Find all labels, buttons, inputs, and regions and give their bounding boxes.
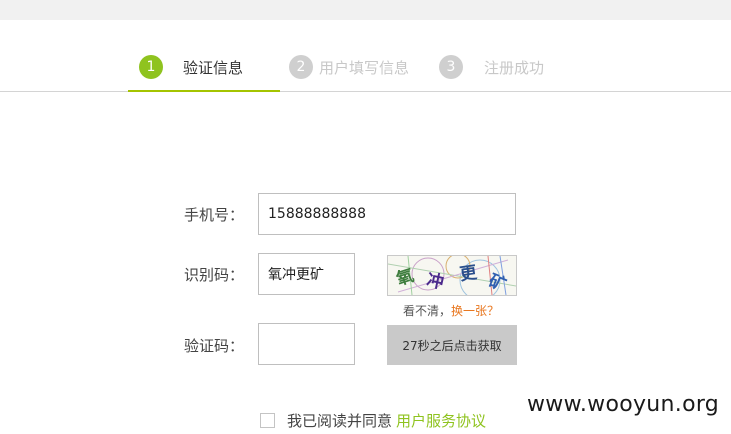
- agreement-row: 我已阅读并同意 用户服务协议: [260, 410, 486, 431]
- agreement-text: 我已阅读并同意: [287, 412, 393, 430]
- step-number: 1: [139, 55, 163, 79]
- captcha-image[interactable]: 氧 冲 更 矿: [387, 255, 517, 296]
- step-label: 用户填写信息: [319, 58, 410, 77]
- step-fill-user-info: 2 用户填写信息: [289, 55, 409, 79]
- step-label: 注册成功: [484, 58, 545, 77]
- step-label: 验证信息: [183, 58, 244, 77]
- step-verify-info: 1 验证信息: [139, 55, 243, 79]
- captcha-refresh-link[interactable]: 换一张？: [451, 304, 499, 318]
- captcha-refresh-prefix: 看不清，: [403, 304, 452, 318]
- watermark: www.wooyun.org: [527, 392, 720, 417]
- get-sms-code-button[interactable]: 27秒之后点击获取: [387, 325, 517, 365]
- captcha-input[interactable]: [258, 253, 355, 295]
- sms-code-label: 验证码：: [184, 337, 245, 355]
- sms-code-input[interactable]: [258, 323, 355, 365]
- top-bar: [0, 0, 731, 20]
- captcha-char: 氧: [393, 265, 416, 291]
- step-number: 3: [439, 55, 463, 79]
- agreement-link[interactable]: 用户服务协议: [396, 410, 486, 431]
- active-step-indicator: [128, 90, 280, 92]
- step-number: 2: [289, 55, 313, 79]
- phone-label: 手机号：: [184, 206, 245, 224]
- captcha-char: 矿: [485, 270, 509, 296]
- captcha-char: 更: [457, 262, 478, 286]
- captcha-characters: 氧 冲 更 矿: [388, 256, 516, 295]
- steps-divider: [0, 91, 731, 92]
- agreement-checkbox[interactable]: [260, 413, 275, 428]
- captcha-char: 冲: [424, 270, 446, 294]
- phone-input[interactable]: [258, 193, 516, 235]
- step-register-success: 3 注册成功: [439, 55, 544, 79]
- captcha-label: 识别码：: [184, 266, 245, 284]
- captcha-refresh: 看不清，换一张？: [403, 302, 499, 319]
